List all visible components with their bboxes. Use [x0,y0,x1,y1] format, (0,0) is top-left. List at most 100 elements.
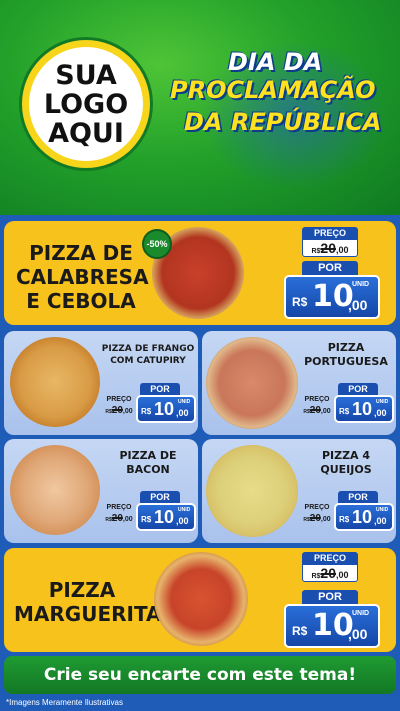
preco-label: PREÇO [302,227,358,239]
price-currency: R$ [339,515,350,524]
product-name: PIZZA DE BACON [100,449,196,477]
preco-label: PREÇO [304,504,330,511]
pizza-image [206,337,298,429]
product-card-frango[interactable]: PIZZA DE FRANGO COM CATUPIRY POR PREÇO R… [4,331,198,435]
old-price: R$20,00 [302,239,358,257]
old-price-value: 20 [309,405,321,416]
old-price-cents: ,00 [336,245,349,255]
product-name-line: CALABRESA [16,265,149,289]
old-price: R$20,00 [102,405,136,419]
new-price: R$ 10 ,00 UNID [284,275,380,319]
cta-banner[interactable]: Crie seu encarte com este tema! [4,656,396,694]
old-price-value: 20 [309,513,321,524]
pizza-image [154,552,248,646]
price-value: 10 [352,507,373,527]
old-price: R$20,00 [102,513,136,527]
por-label: POR [302,261,358,275]
product-name: PIZZA MARGUERITA [14,578,162,626]
product-name-line: PIZZA DE [29,241,133,265]
logo-text-2: LOGO [43,88,129,120]
price-unit: UNID [178,507,191,513]
por-label: POR [140,383,180,395]
logo-placeholder[interactable]: SUA LOGO AQUI [22,40,150,168]
price-unit: UNID [178,399,191,405]
product-name-line: PIZZA [327,341,365,354]
product-name-line: PORTUGUESA [304,355,388,368]
price-cents: ,00 [176,408,189,418]
pizza-image [10,445,100,535]
por-label: POR [338,491,378,503]
old-price-cents: ,00 [336,570,349,580]
old-price-cents: ,00 [320,516,331,523]
old-price-cents: ,00 [122,408,133,415]
new-price: R$ 10 ,00 UNID [334,395,394,423]
new-price: R$ 10 ,00 UNID [334,503,394,531]
pizza-image [10,337,100,427]
price-currency: R$ [141,407,152,416]
old-price-value: 20 [320,565,336,581]
product-card-portuguesa[interactable]: PIZZA PORTUGUESA POR PREÇO R$20,00 R$ 10… [202,331,396,435]
preco-label: PREÇO [106,504,132,511]
price-unit: UNID [376,399,389,405]
old-price: R$20,00 [302,564,358,582]
price-value: 10 [154,399,175,419]
product-card-queijos[interactable]: PIZZA 4 QUEIJOS POR PREÇO R$20,00 R$ 10 … [202,439,396,543]
product-name-line: PIZZA DE [119,449,177,462]
product-card-marguerita[interactable]: PIZZA MARGUERITA PREÇO R$20,00 POR R$ 10… [4,548,396,652]
title-line-2: PROCLAMAÇÃO [170,76,376,104]
product-name: PIZZA DE FRANGO COM CATUPIRY [100,343,196,367]
old-price-cents: ,00 [122,516,133,523]
title-line-3: DA REPÚBLICA [184,108,382,136]
new-price: R$ 10 ,00 UNID [136,395,196,423]
price-cents: ,00 [374,516,387,526]
por-label: POR [338,383,378,395]
product-name-line: MARGUERITA [14,602,162,626]
price-unit: UNID [352,610,370,617]
product-name: PIZZA PORTUGUESA [298,341,394,369]
title-line-1: DIA DA [228,48,323,76]
price-currency: R$ [339,407,350,416]
logo-text-3: AQUI [48,117,124,149]
logo-text-1: SUA [55,59,117,91]
product-card-bacon[interactable]: PIZZA DE BACON POR PREÇO R$20,00 R$ 10 ,… [4,439,198,543]
por-label: POR [140,491,180,503]
old-price: R$20,00 [300,405,334,419]
pizza-image [206,445,298,537]
preco-label: PREÇO [106,396,132,403]
old-price-value: 20 [111,513,123,524]
price-cents: ,00 [374,408,387,418]
price-value: 10 [352,399,373,419]
product-name-line: PIZZA DE FRANGO [101,344,195,354]
new-price: R$ 10 ,00 UNID [136,503,196,531]
old-price: R$20,00 [300,513,334,527]
price-currency: R$ [141,515,152,524]
product-name-line: PIZZA 4 [321,449,371,462]
product-name-line: PIZZA [48,578,116,602]
old-price-cents: ,00 [320,408,331,415]
old-price-value: 20 [320,240,336,256]
product-name: PIZZA 4 QUEIJOS [298,449,394,477]
product-name-line: E CEBOLA [26,289,136,313]
price-currency: R$ [292,295,308,309]
disclaimer-text: *Imagens Meramente Ilustrativas [6,698,123,707]
product-name-line: QUEIJOS [320,463,372,476]
price-value: 10 [154,507,175,527]
discount-badge: -50% [142,229,172,259]
old-price-value: 20 [111,405,123,416]
header-banner: SUA LOGO AQUI DIA DA PROCLAMAÇÃO DA REPÚ… [0,0,400,215]
product-card-calabresa[interactable]: PIZZA DE CALABRESA E CEBOLA -50% PREÇO R… [4,221,396,325]
price-cents: ,00 [348,626,368,642]
product-name-line: BACON [126,463,170,476]
por-label: POR [302,590,358,604]
preco-label: PREÇO [304,396,330,403]
price-cents: ,00 [176,516,189,526]
price-currency: R$ [292,624,308,638]
product-name-line: COM CATUPIRY [110,356,186,366]
price-unit: UNID [376,507,389,513]
preco-label: PREÇO [302,552,358,564]
new-price: R$ 10 ,00 UNID [284,604,380,648]
price-cents: ,00 [348,297,368,313]
product-name: PIZZA DE CALABRESA E CEBOLA [16,241,149,313]
holiday-title: DIA DA PROCLAMAÇÃO DA REPÚBLICA [168,48,393,158]
price-unit: UNID [352,281,370,288]
